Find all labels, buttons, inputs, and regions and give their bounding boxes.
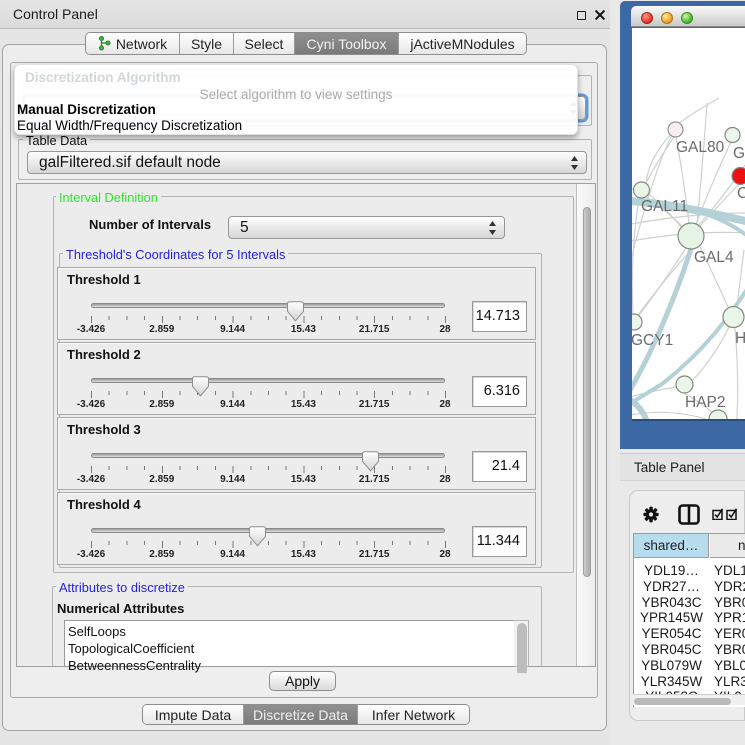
svg-text:GAL11: GAL11 [641,198,688,215]
svg-text:H: H [735,330,745,347]
svg-text:HAP2: HAP2 [685,394,726,411]
svg-text:GAL4: GAL4 [694,249,734,266]
svg-text:GCY1: GCY1 [632,332,673,349]
svg-text:C: C [737,185,745,202]
svg-text:GA: GA [733,145,745,162]
svg-text:GAL80: GAL80 [676,139,725,156]
